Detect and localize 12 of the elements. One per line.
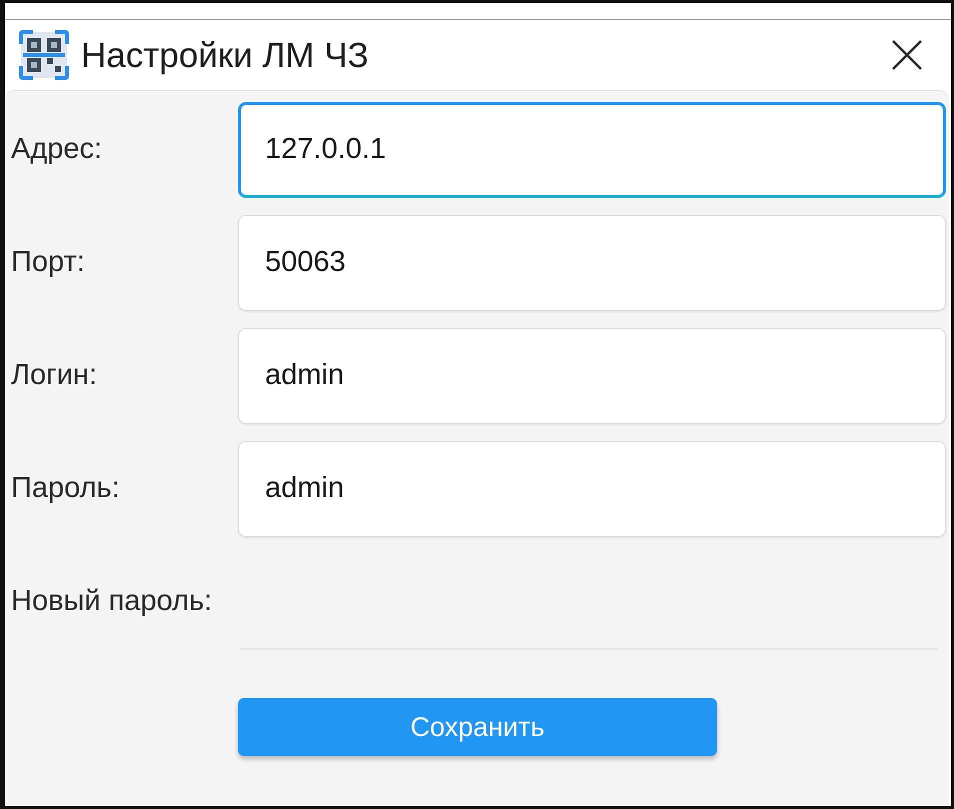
qr-code-icon xyxy=(19,30,69,80)
field-label: Новый пароль: xyxy=(11,584,214,620)
field-label: Пароль: xyxy=(11,471,121,506)
window-title: Настройки ЛМ ЧЗ xyxy=(81,38,369,72)
password-field[interactable]: admin xyxy=(238,441,946,537)
field-label: Адрес: xyxy=(11,132,104,168)
field-label: Логин: xyxy=(11,358,98,394)
login-field[interactable]: admin xyxy=(238,328,946,424)
address-field[interactable]: 127.0.0.1 xyxy=(238,102,946,198)
close-icon xyxy=(891,39,923,71)
port-field[interactable]: 50063 xyxy=(238,215,946,311)
field-label: Порт: xyxy=(11,245,86,280)
